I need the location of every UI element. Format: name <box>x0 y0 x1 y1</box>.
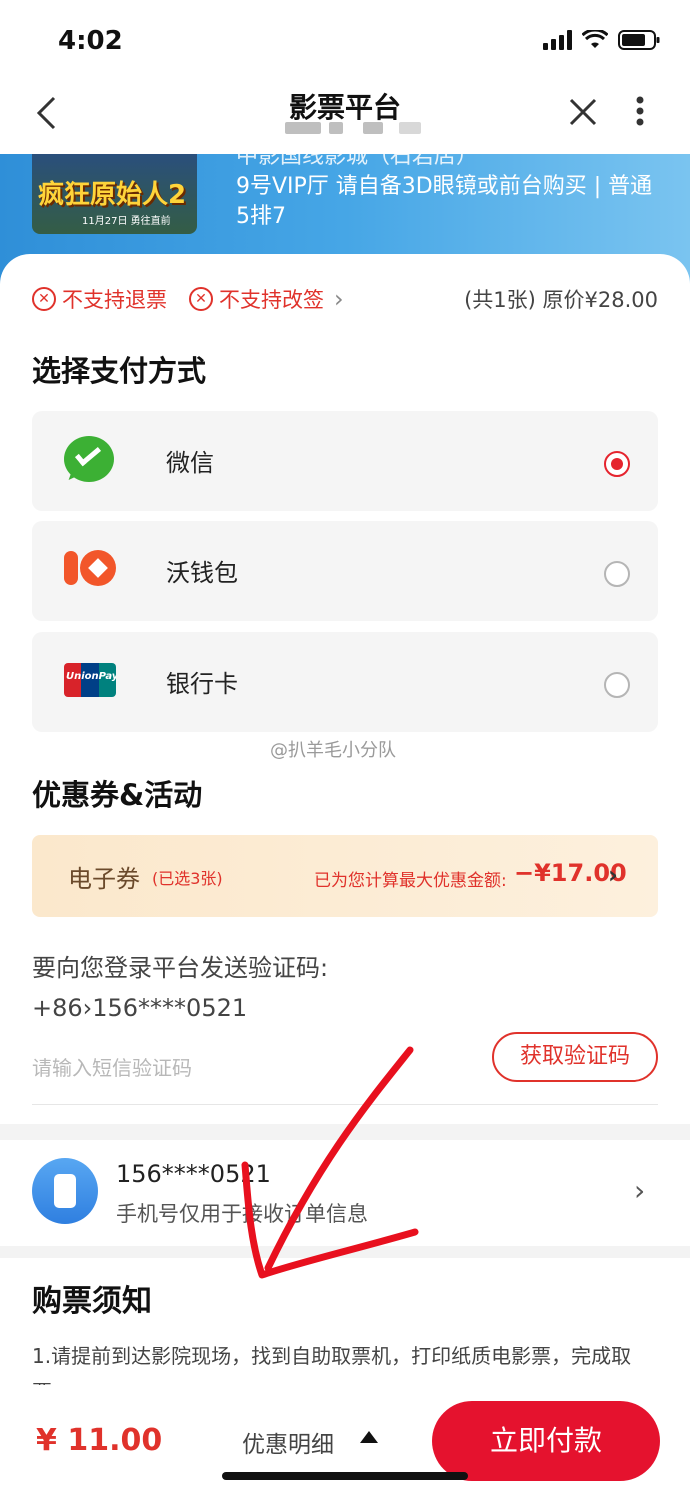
coupon-selected-count: (已选3张) <box>152 869 223 888</box>
pay-option-label: 银行卡 <box>166 670 238 698</box>
watermark: @扒羊毛小分队 <box>270 740 396 761</box>
contact-phone: 156****0521 <box>116 1160 271 1188</box>
payment-title: 选择支付方式 <box>32 354 207 388</box>
signal-icon <box>543 30 572 50</box>
discount-detail-button[interactable]: 优惠明细 <box>242 1425 334 1459</box>
notice-text: 1.请提前到达影院现场，找到自助取票机，打印纸质电影票，完成取票。 <box>32 1344 632 1386</box>
chevron-right-icon: › <box>608 861 618 889</box>
pay-option-label: 微信 <box>166 449 214 477</box>
unionpay-icon: UnionPay <box>64 657 118 707</box>
order-card: ✕ 不支持退票 ✕ 不支持改签 › (共1张) 原价¥28.00 选择支付方式 … <box>0 254 690 1493</box>
status-icons <box>543 30 660 50</box>
e-coupon-row[interactable]: 电子券 (已选3张) 已为您计算最大优惠金额: −¥17.00 › <box>32 835 658 917</box>
contact-phone-row[interactable]: 156****0521 手机号仅用于接收订单信息 › <box>0 1140 690 1246</box>
section-gap <box>0 1124 690 1140</box>
chevron-right-icon: › <box>334 285 344 313</box>
more-button[interactable] <box>628 94 652 136</box>
poster-date: 11月27日 勇往直前 <box>82 216 171 227</box>
section-gap <box>0 1246 690 1258</box>
pay-option-label: 沃钱包 <box>166 559 238 587</box>
verify-phone: +86›156****0521 <box>32 994 248 1022</box>
status-bar: 4:02 <box>0 0 690 80</box>
coupon-discount-text: 已为您计算最大优惠金额: <box>314 871 507 891</box>
radio-unselected[interactable] <box>604 672 630 698</box>
nav-bar: 影票平台 <box>0 80 690 154</box>
no-change-label: 不支持改签 <box>219 288 324 312</box>
close-button[interactable] <box>562 94 604 136</box>
pay-option-wechat[interactable]: 微信 <box>32 411 658 511</box>
wechat-pay-icon <box>64 436 118 486</box>
chevron-right-icon: › <box>634 1174 646 1207</box>
pay-option-bank-card[interactable]: UnionPay 银行卡 <box>32 632 658 732</box>
radio-unselected[interactable] <box>604 561 630 587</box>
verify-label: 要向您登录平台发送验证码: <box>32 954 329 982</box>
contact-note: 手机号仅用于接收订单信息 <box>116 1202 368 1226</box>
coupon-title: 优惠券&活动 <box>32 778 203 812</box>
home-indicator <box>222 1472 468 1480</box>
x-circle-icon: ✕ <box>189 287 213 311</box>
seat-info: 5排7 <box>236 204 286 229</box>
no-refund-badge: ✕ 不支持退票 <box>32 284 167 314</box>
hall-info: 9号VIP厅 请自备3D眼镜或前台购买 | 普通 <box>236 174 653 199</box>
caret-up-icon[interactable] <box>360 1431 378 1443</box>
wifi-icon <box>582 30 608 48</box>
more-vertical-icon <box>636 96 644 126</box>
sms-code-input[interactable] <box>32 1050 472 1086</box>
pay-now-button[interactable]: 立即付款 <box>432 1401 660 1481</box>
movie-poster[interactable]: 疯狂原始人2 11月27日 勇往直前 <box>32 154 197 234</box>
x-circle-icon: ✕ <box>32 287 56 311</box>
wo-wallet-icon <box>64 546 118 596</box>
ticket-policy[interactable]: ✕ 不支持退票 ✕ 不支持改签 › (共1张) 原价¥28.00 <box>32 282 658 316</box>
phone-icon <box>32 1158 98 1224</box>
radio-selected[interactable] <box>604 451 630 477</box>
close-icon <box>569 98 597 126</box>
no-refund-label: 不支持退票 <box>62 288 167 312</box>
no-change-badge: ✕ 不支持改签 <box>189 284 324 314</box>
checkout-bar: ¥ 11.00 优惠明细 立即付款 <box>0 1385 690 1493</box>
coupon-name: 电子券 <box>68 865 140 893</box>
pay-option-wo-wallet[interactable]: 沃钱包 <box>32 521 658 621</box>
battery-icon <box>618 30 660 50</box>
notice-title: 购票须知 <box>32 1284 152 1319</box>
price-summary: (共1张) 原价¥28.00 <box>464 288 658 312</box>
status-time: 4:02 <box>58 26 123 56</box>
get-code-button[interactable]: 获取验证码 <box>492 1032 658 1082</box>
total-price: ¥ 11.00 <box>36 1423 163 1458</box>
page-subtitle-blurred <box>285 122 421 134</box>
poster-title: 疯狂原始人2 <box>38 180 187 210</box>
divider <box>32 1104 658 1105</box>
